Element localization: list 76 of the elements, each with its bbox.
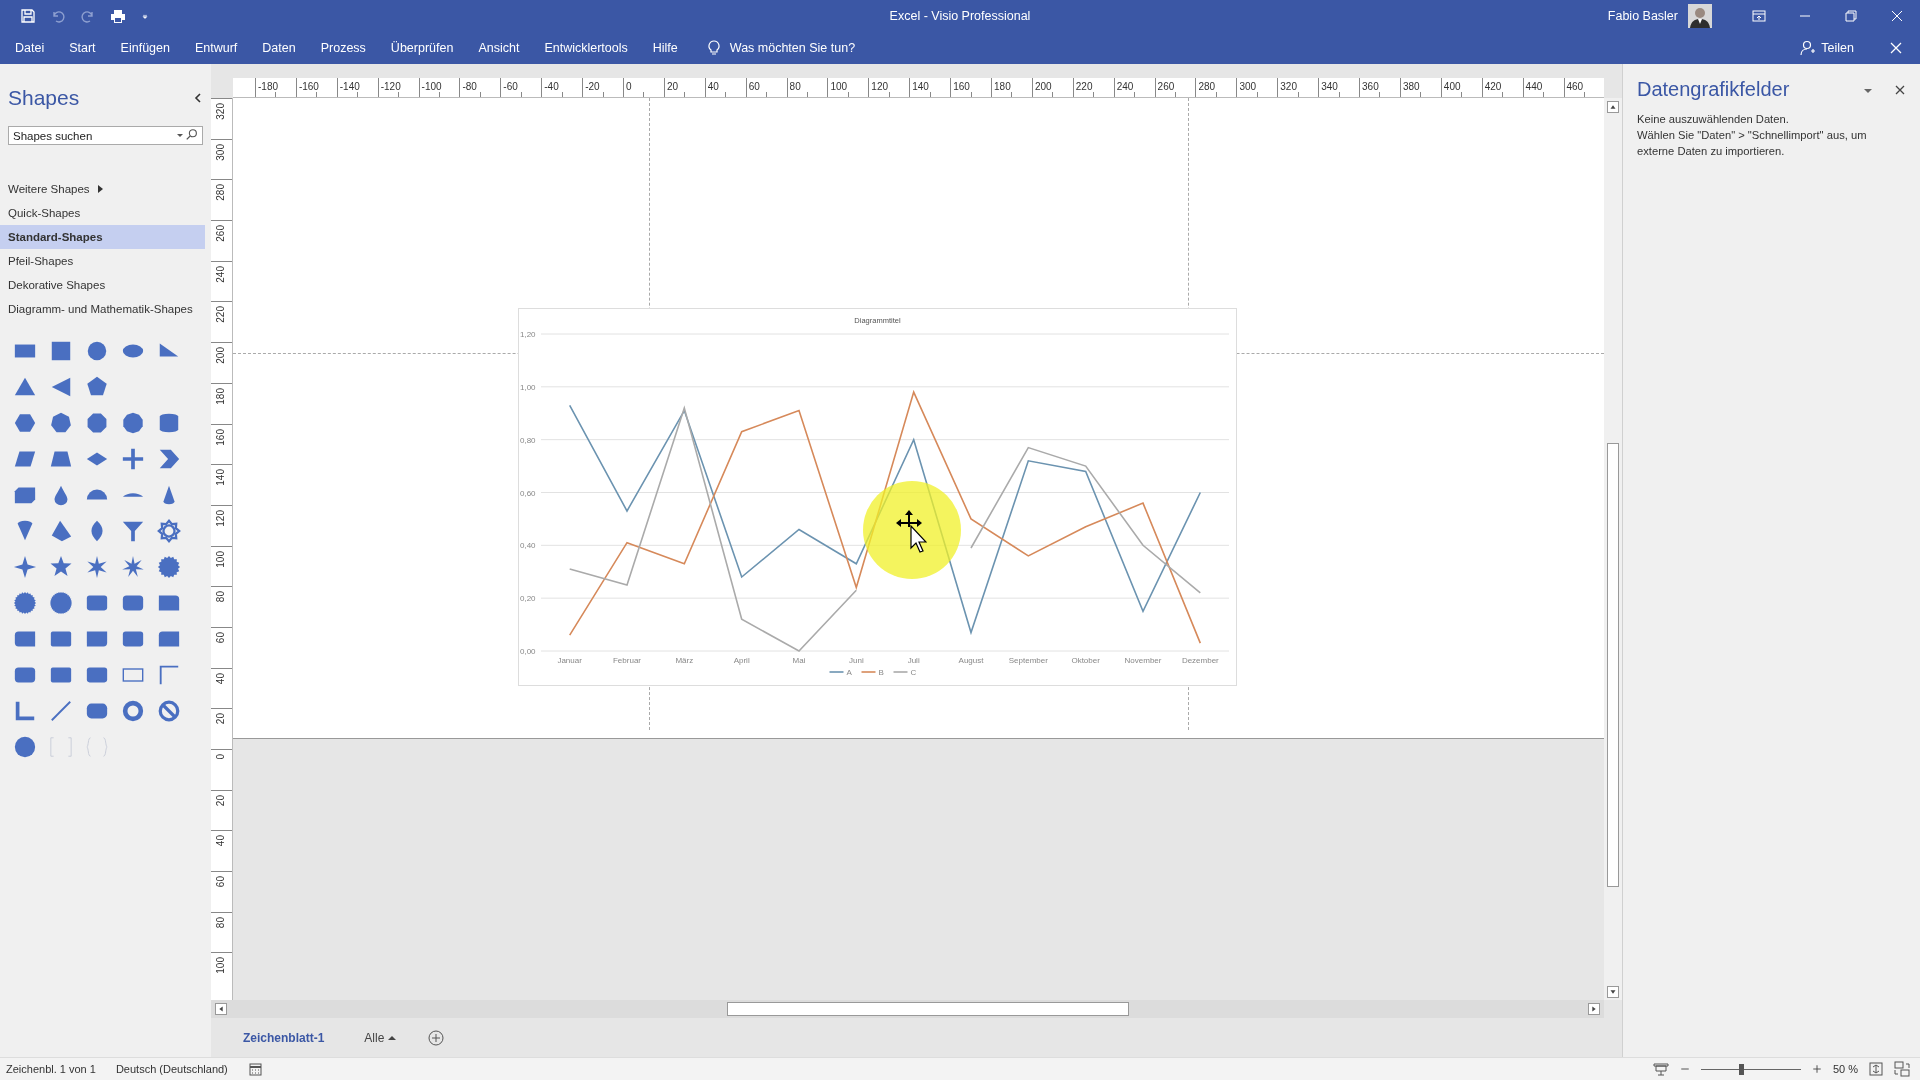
panel-title: Shapes bbox=[8, 86, 80, 110]
ribbon-tab[interactable]: Prozess bbox=[311, 37, 375, 59]
ruler-label: 140 bbox=[215, 469, 226, 486]
stencil-item[interactable]: Pfeil-Shapes bbox=[0, 249, 205, 273]
axis-tick-label: 0,60 bbox=[520, 488, 536, 498]
ruler-label: 240 bbox=[215, 265, 226, 283]
user-name: Fabio Basler bbox=[1607, 9, 1678, 23]
legend-entry: B bbox=[860, 668, 884, 677]
ruler-label: 320 bbox=[215, 103, 226, 120]
axis-tick-label: 1,20 bbox=[520, 330, 536, 339]
axis-tick-label: März bbox=[675, 656, 694, 665]
ruler-label: 100 bbox=[215, 550, 226, 568]
legend-label: A bbox=[846, 668, 853, 677]
ruler-label: 100 bbox=[215, 957, 226, 975]
ruler-label: 200 bbox=[215, 347, 226, 364]
stencil-item[interactable]: Diagramm- und Mathematik-Shapes bbox=[0, 297, 205, 321]
stencil-item[interactable]: Weitere Shapes bbox=[0, 177, 205, 201]
language-indicator: Deutsch (Deutschland) bbox=[115, 1063, 228, 1075]
ruler-label: 220 bbox=[215, 306, 226, 324]
axis-tick-label: Mai bbox=[792, 656, 806, 665]
ruler-label: 40 bbox=[215, 672, 226, 684]
ribbon-tab[interactable]: Hilfe bbox=[643, 37, 687, 59]
stencil-item[interactable]: Quick-Shapes bbox=[0, 201, 205, 225]
ruler-label: 40 bbox=[215, 835, 226, 847]
legend-label: B bbox=[878, 668, 884, 677]
axis-tick-label: September bbox=[1008, 656, 1048, 665]
axis-tick-label: April bbox=[733, 656, 750, 665]
ribbon-tab[interactable]: Entwicklertools bbox=[535, 37, 637, 59]
ruler-label: 80 bbox=[215, 591, 226, 603]
ribbon-tab[interactable]: Ansicht bbox=[469, 37, 529, 59]
ribbon-tab[interactable]: Datei bbox=[6, 37, 54, 59]
axis-tick-label: Juni bbox=[849, 656, 864, 665]
ruler-label: 80 bbox=[215, 916, 226, 928]
sheet-tab[interactable]: Zeichenblatt-1 bbox=[229, 1026, 339, 1049]
axis-tick-label: Juli bbox=[907, 656, 920, 665]
ruler-label: 60 bbox=[215, 631, 226, 644]
axis-tick-label: August bbox=[958, 656, 984, 665]
ruler-label: 160 bbox=[215, 428, 226, 446]
ruler-label: 20 bbox=[215, 794, 226, 806]
axis-tick-label: Februar bbox=[613, 656, 641, 665]
ruler-label: 260 bbox=[215, 225, 226, 242]
ribbon-tab[interactable]: Einfügen bbox=[111, 37, 179, 59]
ruler-label: 180 bbox=[215, 387, 226, 405]
ribbon-tab[interactable]: Entwurf bbox=[185, 37, 247, 59]
axis-tick-label: Oktober bbox=[1071, 656, 1100, 665]
panel-message: Keine auszuwählenden Daten. Wählen Sie "Daten" > "Schnellimport" aus, um externe Daten zu importieren. bbox=[1637, 112, 1868, 159]
stencil-item[interactable]: Dekorative Shapes bbox=[0, 273, 205, 297]
axis-tick-label: Dezember bbox=[1181, 656, 1219, 665]
axis-tick-label: 0,20 bbox=[520, 594, 536, 604]
legend-entry: A bbox=[828, 668, 852, 677]
window-title: Excel - Visio Professional bbox=[889, 9, 1031, 23]
search-field[interactable]: Shapes suchen bbox=[8, 126, 203, 145]
ruler-label: 280 bbox=[215, 184, 226, 202]
axis-tick-label: November bbox=[1124, 656, 1162, 665]
ruler-label: 0 bbox=[215, 754, 226, 760]
share-button[interactable]: Teilen bbox=[1794, 39, 1860, 57]
ribbon-tab[interactable]: Überprüfen bbox=[381, 37, 463, 59]
ribbon-tab[interactable]: Start bbox=[60, 37, 105, 59]
ruler-label: 120 bbox=[215, 509, 226, 527]
legend-entry: C bbox=[892, 668, 917, 677]
legend-label: C bbox=[910, 668, 917, 677]
page-indicator: Zeichenbl. 1 von 1 bbox=[6, 1063, 96, 1075]
ruler-label: 60 bbox=[215, 876, 226, 888]
stencil-item[interactable]: Standard-Shapes bbox=[0, 225, 205, 249]
axis-tick-label: 0,80 bbox=[520, 435, 536, 445]
ruler-label: 300 bbox=[215, 143, 226, 161]
ribbon-tab[interactable]: Daten bbox=[253, 37, 305, 59]
axis-tick-label: 0,00 bbox=[520, 647, 536, 656]
axis-tick-label: 0,40 bbox=[520, 541, 536, 551]
tell-me-field[interactable]: Was möchten Sie tun? bbox=[729, 41, 856, 55]
all-sheets-button[interactable]: Alle bbox=[358, 1029, 403, 1046]
zoom-level: 50 % bbox=[1832, 1063, 1858, 1075]
ruler-label: 20 bbox=[215, 713, 226, 725]
axis-tick-label: 1,00 bbox=[520, 382, 536, 392]
panel-title: Datengrafikfelder bbox=[1637, 78, 1790, 101]
axis-tick-label: Januar bbox=[557, 656, 582, 665]
